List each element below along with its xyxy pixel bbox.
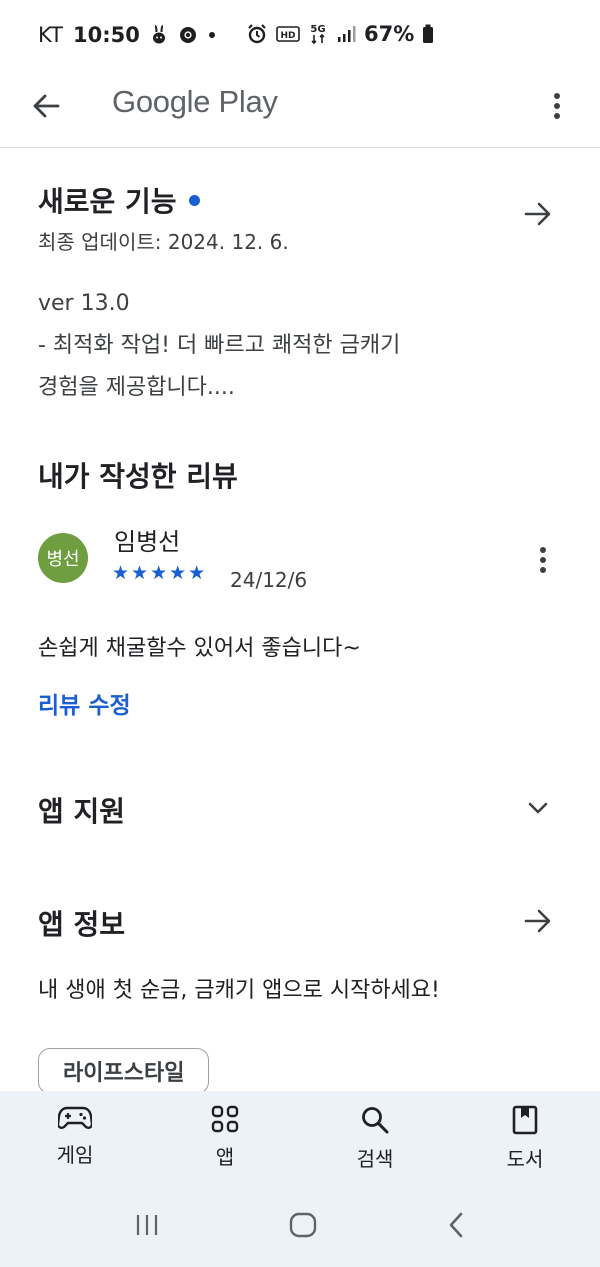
carrier-label: KT <box>38 23 63 47</box>
new-indicator-dot <box>188 194 200 206</box>
review-date: 24/12/6 <box>230 568 308 592</box>
app-bar: Google Play <box>0 70 600 148</box>
nav-books-label: 도서 <box>506 1147 544 1171</box>
alarm-icon <box>246 23 268 45</box>
apps-grid-icon <box>211 1105 239 1133</box>
release-notes: ver 13.0 - 최적화 작업! 더 빠르고 쾌적한 금캐기 경험을 제공합… <box>38 291 401 400</box>
chevron-down-icon <box>528 802 548 814</box>
battery-icon <box>422 24 434 44</box>
back-arrow-icon <box>33 94 60 118</box>
edit-review-link[interactable]: 리뷰 수정 <box>38 686 131 720</box>
system-navigation <box>0 1186 600 1267</box>
recents-button[interactable] <box>134 1213 160 1241</box>
more-vert-icon <box>554 93 560 119</box>
app-info-row[interactable]: 앱 정보 <box>0 885 600 957</box>
star-rating: ★★★★★ <box>112 562 208 584</box>
more-vert-icon <box>540 547 546 573</box>
battery-percent: 67% <box>364 22 415 46</box>
last-updated: 최종 업데이트: 2024. 12. 6. <box>38 230 289 254</box>
gamepad-icon <box>58 1106 92 1129</box>
whats-new-header[interactable]: 새로운 기능 <box>38 180 200 220</box>
app-support-title: 앱 지원 <box>38 795 126 828</box>
nav-books[interactable]: 도서 <box>450 1091 600 1186</box>
expand-button[interactable] <box>518 788 558 828</box>
whats-new-arrow-button[interactable] <box>518 194 558 234</box>
review-more-button[interactable] <box>528 540 558 580</box>
svg-text:HD: HD <box>280 31 295 41</box>
arrow-right-icon <box>524 202 551 226</box>
review-text: 손쉽게 채굴할수 있어서 좋습니다~ <box>38 636 361 661</box>
back-nav-button[interactable] <box>446 1211 466 1243</box>
nav-games-label: 게임 <box>56 1143 94 1167</box>
chrome-icon <box>178 25 198 45</box>
search-icon <box>362 1107 389 1134</box>
app-info-arrow-button[interactable] <box>518 901 558 941</box>
avatar: 병선 <box>38 533 88 583</box>
nav-search[interactable]: 검색 <box>300 1091 450 1186</box>
svg-text:5G: 5G <box>310 24 325 35</box>
nav-apps[interactable]: 앱 <box>150 1091 300 1186</box>
home-button[interactable] <box>289 1212 317 1242</box>
my-review-title: 내가 작성한 리뷰 <box>38 460 238 493</box>
bottom-navigation: 게임 앱 검색 도서 <box>0 1091 600 1186</box>
network-5g-icon: 5G <box>308 22 328 46</box>
app-support-row[interactable]: 앱 지원 <box>0 770 600 842</box>
arrow-right-icon <box>524 909 551 933</box>
whats-new-title: 새로운 기능 <box>38 185 177 218</box>
rabbit-icon <box>150 25 168 45</box>
app-description: 내 생애 첫 순금, 금캐기 앱으로 시작하세요! <box>38 978 440 1003</box>
nav-apps-label: 앱 <box>215 1145 235 1169</box>
nav-search-label: 검색 <box>356 1147 394 1171</box>
back-chevron-icon <box>449 1212 462 1237</box>
status-indicators: HD 5G 67% <box>246 22 434 46</box>
signal-icon <box>336 25 356 43</box>
book-icon <box>512 1105 538 1135</box>
category-chip[interactable]: 라이프스타일 <box>38 1048 210 1094</box>
back-button[interactable] <box>26 86 66 126</box>
more-options-button[interactable] <box>540 86 574 126</box>
hd-icon: HD <box>276 25 300 43</box>
app-info-title: 앱 정보 <box>38 908 126 941</box>
nav-games[interactable]: 게임 <box>0 1091 150 1186</box>
brand-title: Google Play <box>112 84 278 119</box>
recents-icon <box>137 1214 158 1235</box>
reviewer-name: 임병선 <box>114 528 181 556</box>
home-icon <box>289 1212 317 1237</box>
dot-indicator-icon <box>208 31 216 39</box>
clock: 10:50 <box>72 23 140 47</box>
